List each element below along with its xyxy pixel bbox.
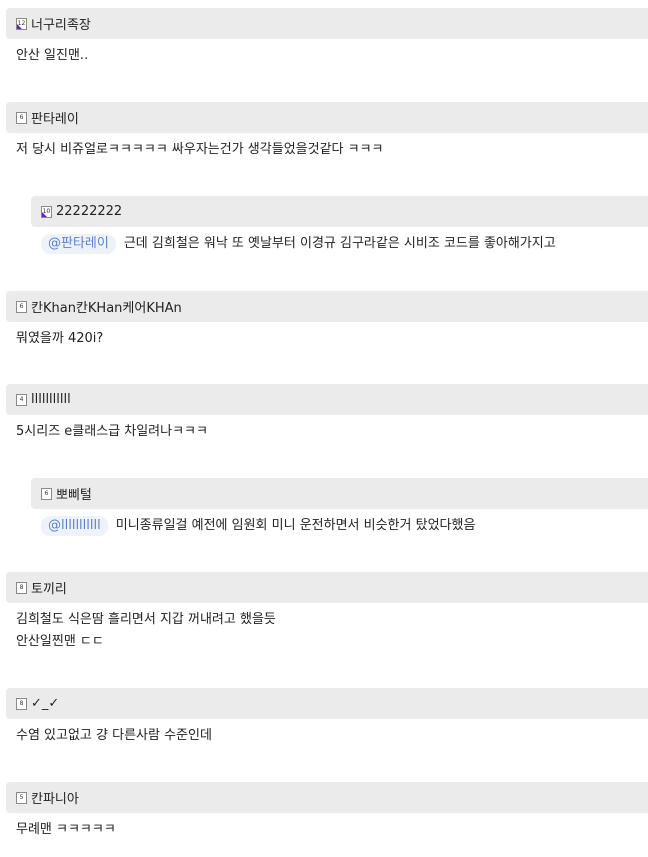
comment-body: 수염 있고없고 걍 다른사람 수준인데 [6, 725, 648, 747]
comment-header: 6 칸Khan칸KHan케어KHAn [6, 291, 648, 322]
comment-nickname[interactable]: 너구리족장 [31, 14, 91, 33]
level-badge-icon: 8 [16, 697, 27, 710]
comment-nickname[interactable]: 토끼리 [31, 578, 67, 597]
level-badge-icon: 4 [16, 393, 27, 406]
comment-body: @lllllllllll 미니종류일걸 예전에 임원회 미니 운전하면서 비슷한거… [31, 515, 648, 537]
comment-text: 뭐였을까 420i? [16, 331, 104, 346]
level-badge-icon: 6 [16, 300, 27, 313]
comment-item: 4 lllllllllll 5시리즈 e클래스급 차일려나ㅋㅋㅋ [6, 384, 648, 443]
level-badge-icon: 12 [16, 17, 27, 30]
comment-header: 8 ✓_✓ [6, 688, 648, 719]
level-badge-icon: 6 [41, 487, 52, 500]
reply-comment-item: 6 뽀삐털 @lllllllllll 미니종류일걸 예전에 임원회 미니 운전하면… [31, 478, 648, 537]
comment-header: 8 토끼리 [6, 572, 648, 603]
comment-item: 8 ✓_✓ 수염 있고없고 걍 다른사람 수준인데 [6, 688, 648, 747]
comment-text: 수염 있고없고 걍 다른사람 수준인데 [16, 728, 212, 743]
comment-body: 저 당시 비쥬얼로ㅋㅋㅋㅋㅋ 싸우자는건가 생각들었을것같다 ㅋㅋㅋ [6, 139, 648, 161]
comment-text: 안산 일진맨.. [16, 48, 89, 63]
comment-body: 5시리즈 e클래스급 차일려나ㅋㅋㅋ [6, 421, 648, 443]
comment-text: 저 당시 비쥬얼로ㅋㅋㅋㅋㅋ 싸우자는건가 생각들었을것같다 ㅋㅋㅋ [16, 142, 384, 157]
comment-body: 김희철도 식은땀 흘리면서 지갑 꺼내려고 했을듯 안산일찐맨 ㄷㄷ [6, 609, 648, 653]
comment-body: @판타레이 근데 김희철은 워낙 또 옛날부터 이경규 김구라같은 시비조 코드를… [31, 233, 648, 255]
comment-item: 12 너구리족장 안산 일진맨.. [6, 8, 648, 67]
comment-nickname[interactable]: ✓_✓ [31, 696, 59, 711]
comment-nickname[interactable]: 칸Khan칸KHan케어KHAn [31, 297, 182, 316]
comment-text: 근데 김희철은 워낙 또 옛날부터 이경규 김구라같은 시비조 코드를 좋아해가… [123, 236, 556, 251]
comment-text: 5시리즈 e클래스급 차일려나ㅋㅋㅋ [16, 424, 208, 439]
mention-tag[interactable]: @lllllllllll [41, 516, 108, 536]
comment-header: 10 22222222 [31, 196, 648, 227]
comment-nickname[interactable]: lllllllllll [31, 392, 71, 407]
comment-item: 5 칸파니아 무례맨 ㅋㅋㅋㅋㅋ [6, 782, 648, 841]
comment-header: 6 판타레이 [6, 102, 648, 133]
comment-nickname[interactable]: 22222222 [56, 204, 122, 219]
reply-comment-item: 10 22222222 @판타레이 근데 김희철은 워낙 또 옛날부터 이경규 김… [31, 196, 648, 255]
comment-nickname[interactable]: 칸파니아 [31, 788, 79, 807]
comment-header: 5 칸파니아 [6, 782, 648, 813]
comment-text: 무례맨 ㅋㅋㅋㅋㅋ [16, 822, 116, 837]
comment-item: 8 토끼리 김희철도 식은땀 흘리면서 지갑 꺼내려고 했을듯 안산일찐맨 ㄷㄷ [6, 572, 648, 653]
comment-header: 4 lllllllllll [6, 384, 648, 415]
mention-tag[interactable]: @판타레이 [41, 234, 116, 254]
comment-nickname[interactable]: 판타레이 [31, 108, 79, 127]
comment-header: 6 뽀삐털 [31, 478, 648, 509]
comment-text: 미니종류일걸 예전에 임원회 미니 운전하면서 비슷한거 탔었다했음 [115, 518, 476, 533]
comment-item: 6 판타레이 저 당시 비쥬얼로ㅋㅋㅋㅋㅋ 싸우자는건가 생각들었을것같다 ㅋㅋ… [6, 102, 648, 161]
level-badge-icon: 8 [16, 581, 27, 594]
level-badge-icon: 10 [41, 205, 52, 218]
comment-text: 김희철도 식은땀 흘리면서 지갑 꺼내려고 했을듯 [16, 612, 276, 627]
level-badge-icon: 5 [16, 791, 27, 804]
comment-body: 무례맨 ㅋㅋㅋㅋㅋ [6, 819, 648, 841]
comment-text: 안산일찐맨 ㄷㄷ [16, 634, 104, 649]
level-badge-icon: 6 [16, 111, 27, 124]
comment-body: 안산 일진맨.. [6, 45, 648, 67]
comment-header: 12 너구리족장 [6, 8, 648, 39]
comment-nickname[interactable]: 뽀삐털 [56, 484, 92, 503]
comment-item: 6 칸Khan칸KHan케어KHAn 뭐였을까 420i? [6, 291, 648, 350]
comment-body: 뭐였을까 420i? [6, 328, 648, 350]
